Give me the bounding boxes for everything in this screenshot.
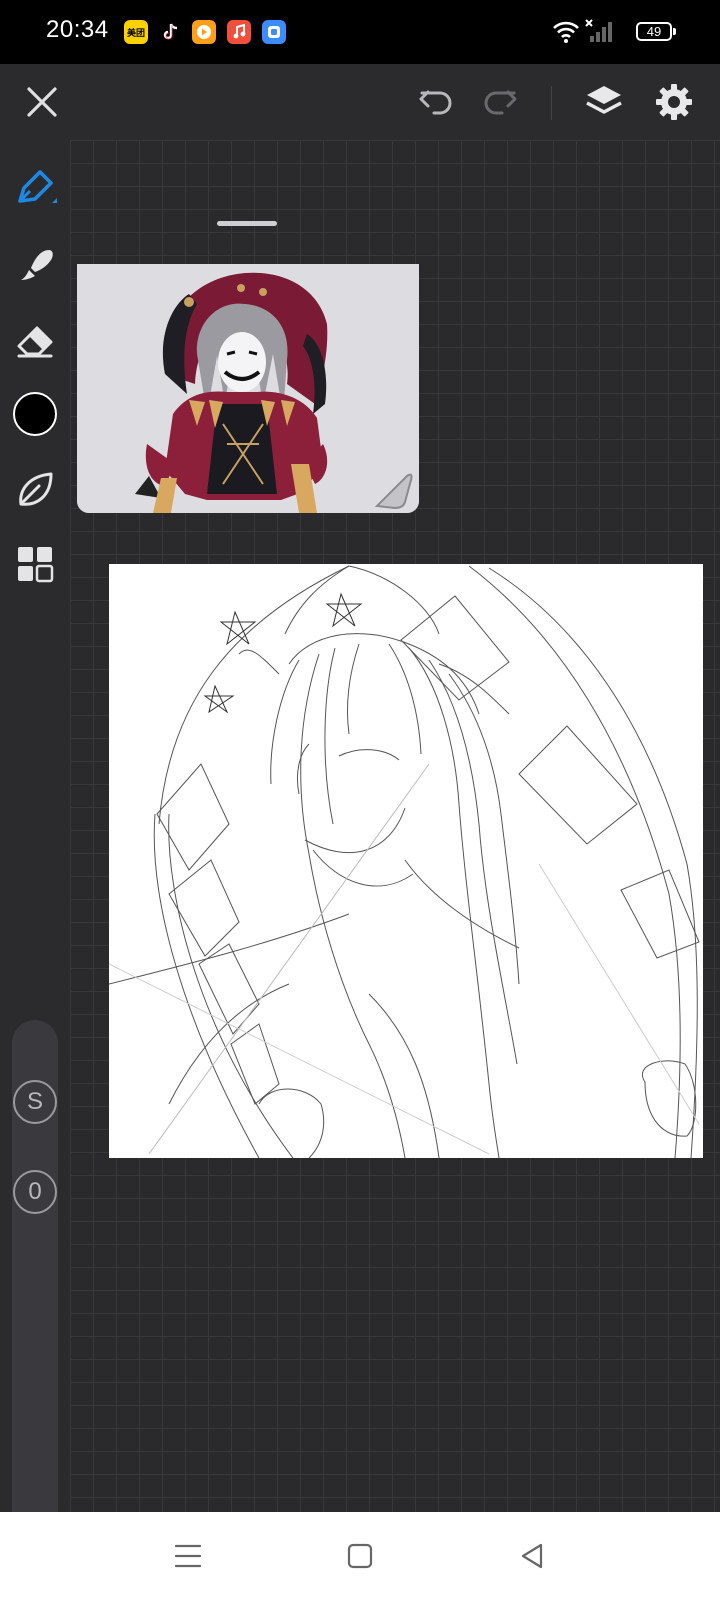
top-toolbar [0, 64, 720, 140]
brush-size-text: S [26, 1088, 43, 1115]
home-icon [347, 1543, 373, 1569]
toolbar-divider [551, 86, 552, 120]
layers-button[interactable] [580, 78, 628, 126]
undo-button[interactable] [412, 78, 460, 126]
recent-apps-button[interactable] [166, 1534, 210, 1578]
battery-indicator: 49 [636, 22, 672, 41]
meituan-app-label: 美团 [126, 27, 145, 38]
settings-icon [656, 84, 692, 120]
grid-icon [18, 547, 54, 583]
status-bar: 20:34 美团 49 [0, 0, 720, 64]
brush-library-button[interactable] [11, 466, 59, 514]
redo-icon [484, 90, 517, 115]
pen-icon [18, 170, 57, 203]
side-toolbar: S 0 [0, 140, 70, 1556]
current-color-swatch [13, 392, 57, 436]
back-button[interactable] [510, 1534, 554, 1578]
pen-tool-button[interactable] [11, 164, 59, 212]
leaf-brush-icon [19, 472, 53, 506]
menu-icon [174, 1544, 202, 1568]
video-app-icon [192, 20, 216, 44]
redo-button[interactable] [476, 78, 524, 126]
back-icon [521, 1543, 543, 1569]
wifi-icon [553, 21, 579, 43]
battery-tip [673, 28, 676, 35]
home-button[interactable] [338, 1534, 382, 1578]
drawing-canvas[interactable] [109, 564, 703, 1158]
brush-opacity-text: 0 [28, 1178, 42, 1205]
meituan-app-icon: 美团 [124, 20, 148, 44]
reference-drag-handle[interactable] [217, 221, 277, 226]
system-nav-bar [0, 1512, 720, 1600]
smudge-tool-button[interactable] [11, 240, 59, 288]
reference-image [77, 264, 419, 513]
eraser-icon [17, 326, 53, 358]
tiktok-app-icon [159, 20, 183, 44]
brush-size-label[interactable]: S [13, 1080, 57, 1124]
smudge-icon [21, 250, 53, 280]
color-picker-button[interactable] [11, 390, 59, 438]
undo-icon [419, 90, 452, 115]
settings-button[interactable] [650, 78, 698, 126]
gallery-button[interactable] [11, 540, 59, 588]
close-button[interactable] [18, 78, 66, 126]
close-icon [27, 87, 57, 117]
blue-app-icon [262, 20, 286, 44]
reference-panel[interactable] [77, 208, 419, 513]
signal-icon [585, 19, 612, 42]
music-app-icon [227, 20, 251, 44]
battery-level: 49 [646, 24, 662, 39]
status-time: 20:34 [46, 16, 109, 43]
eraser-tool-button[interactable] [11, 316, 59, 364]
brush-opacity-label[interactable]: 0 [13, 1170, 57, 1214]
layers-icon [586, 86, 622, 114]
